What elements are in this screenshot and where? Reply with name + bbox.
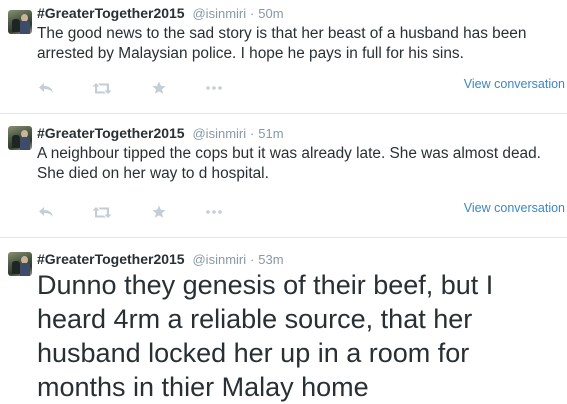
tweet-text: A neighbour tipped the cops but it was a… — [37, 145, 541, 182]
star-icon[interactable] — [151, 81, 167, 95]
more-icon[interactable] — [205, 81, 223, 95]
avatar[interactable] — [8, 252, 32, 276]
retweet-icon[interactable] — [92, 205, 112, 219]
avatar[interactable] — [8, 126, 32, 150]
display-name[interactable]: #GreaterTogether2015 — [37, 251, 185, 267]
view-conversation-link[interactable]: View conversation — [464, 201, 565, 215]
reply-icon[interactable] — [37, 81, 55, 95]
retweet-icon[interactable] — [92, 81, 112, 95]
more-icon[interactable] — [205, 205, 223, 219]
separator-dot: · — [250, 252, 255, 267]
user-handle[interactable]: @isinmiri — [192, 126, 246, 141]
reply-icon[interactable] — [37, 205, 55, 219]
display-name[interactable]: #GreaterTogether2015 — [37, 5, 185, 21]
avatar[interactable] — [8, 10, 32, 34]
tweet-text: The good news to the sad story is that h… — [37, 25, 527, 62]
view-conversation-link[interactable]: View conversation — [464, 77, 565, 91]
display-name[interactable]: #GreaterTogether2015 — [37, 125, 185, 141]
tweet[interactable]: #GreaterTogether2015 @isinmiri · 53m Dun… — [0, 238, 567, 402]
separator-dot: · — [250, 6, 255, 21]
tweet[interactable]: #GreaterTogether2015 @isinmiri · 51m A n… — [0, 114, 567, 238]
timestamp[interactable]: 51m — [258, 126, 283, 141]
separator-dot: · — [250, 126, 255, 141]
tweet-header: #GreaterTogether2015 @isinmiri · 53m — [37, 251, 284, 267]
user-handle[interactable]: @isinmiri — [192, 6, 246, 21]
tweet-header: #GreaterTogether2015 @isinmiri · 50m — [37, 5, 284, 21]
star-icon[interactable] — [151, 205, 167, 219]
tweet-header: #GreaterTogether2015 @isinmiri · 51m — [37, 125, 284, 141]
tweet[interactable]: #GreaterTogether2015 @isinmiri · 50m The… — [0, 0, 567, 114]
timestamp[interactable]: 53m — [258, 252, 283, 267]
timestamp[interactable]: 50m — [258, 6, 283, 21]
user-handle[interactable]: @isinmiri — [192, 252, 246, 267]
tweet-text: Dunno they genesis of their beef, but I … — [37, 270, 494, 402]
